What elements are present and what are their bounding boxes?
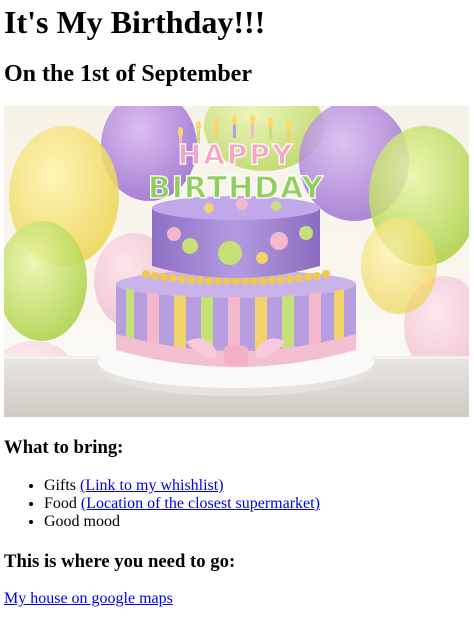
list-item-food: Food (Location of the closest supermarke… — [44, 495, 320, 513]
bring-list: Gifts (Link to my whishlist) Food (Locat… — [4, 477, 320, 531]
good-mood-label: Good mood — [44, 513, 120, 530]
what-to-bring-heading: What to bring: — [4, 437, 124, 458]
birthday-cake-illustration: HAPPY BIRTHDAY — [4, 106, 469, 417]
list-item-good-mood: Good mood — [44, 513, 320, 531]
birthday-cake-image: HAPPY BIRTHDAY — [4, 106, 469, 417]
cake-topper-happy: HAPPY — [178, 138, 294, 171]
google-maps-link[interactable]: My house on google maps — [4, 590, 173, 608]
gifts-label: Gifts — [44, 477, 80, 494]
directions-heading: This is where you need to go: — [4, 551, 236, 572]
food-label: Food — [44, 495, 81, 512]
list-item-gifts: Gifts (Link to my whishlist) — [44, 477, 320, 495]
supermarket-link[interactable]: (Location of the closest supermarket) — [81, 495, 320, 512]
cake-topper-birthday: BIRTHDAY — [148, 171, 325, 206]
page-title: It's My Birthday!!! — [4, 4, 266, 40]
wishlist-link[interactable]: (Link to my whishlist) — [80, 477, 224, 494]
page-subtitle: On the 1st of September — [4, 61, 252, 87]
